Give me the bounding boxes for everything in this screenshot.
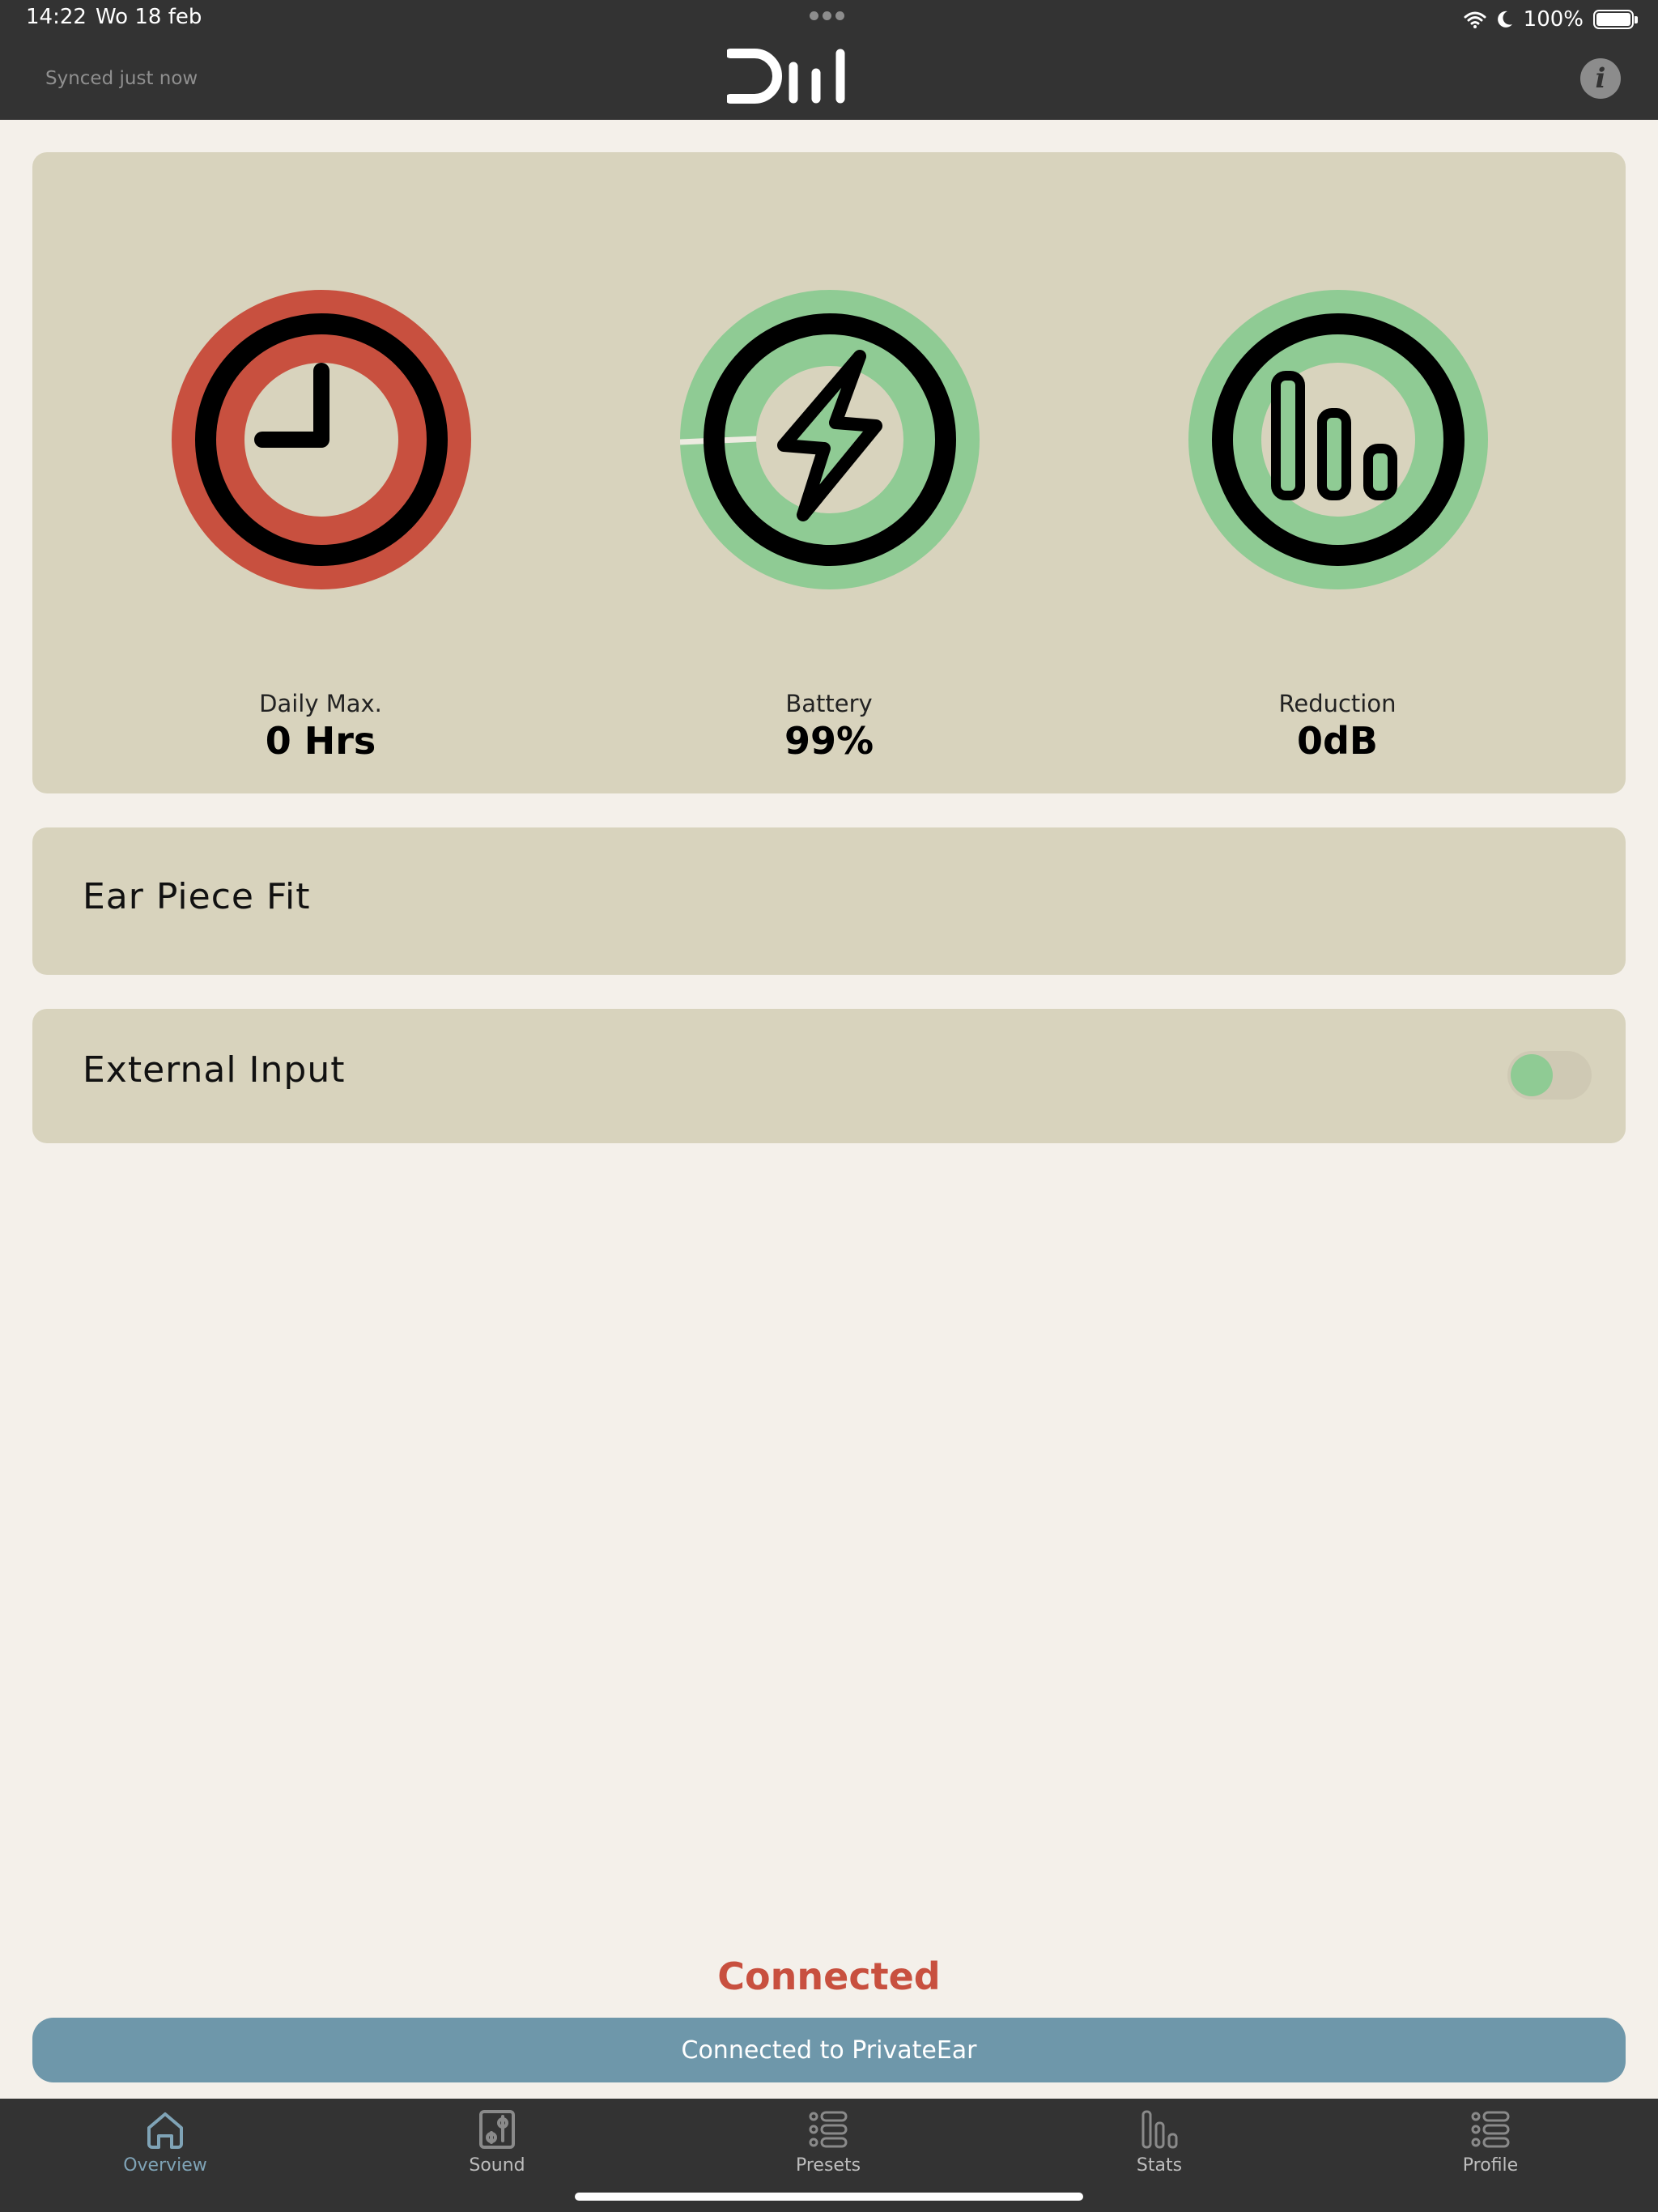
tab-label: Sound <box>469 2155 525 2176</box>
status-date: Wo 18 feb <box>96 5 202 29</box>
tab-label: Overview <box>123 2155 207 2176</box>
tab-profile[interactable]: Profile <box>1409 2108 1571 2189</box>
info-button[interactable]: i <box>1580 58 1621 99</box>
moon-icon <box>1497 11 1512 28</box>
sliders-icon <box>479 2110 515 2149</box>
home-indicator[interactable] <box>575 2193 1083 2201</box>
status-indicators: 100% <box>1464 3 1638 36</box>
bars-icon <box>1141 2110 1178 2149</box>
connection-status: Connected <box>717 1955 941 1998</box>
sync-status: Synced just now <box>45 68 198 89</box>
list-icon <box>1471 2111 1510 2148</box>
home-icon <box>147 2112 183 2149</box>
ear-piece-fit-card[interactable]: Ear Piece Fit <box>32 827 1626 975</box>
battery-label: Battery <box>785 690 873 717</box>
tab-stats[interactable]: Stats <box>1078 2108 1240 2189</box>
tab-label: Presets <box>795 2155 861 2176</box>
top-bar: 14:22 Wo 18 feb 100% Synced just now i <box>0 0 1658 120</box>
battery-percent: 100% <box>1523 7 1584 32</box>
battery-gauge <box>679 290 980 589</box>
reduction-label: Reduction <box>1278 690 1397 717</box>
reduction-value: 0dB <box>1297 719 1378 763</box>
daily-max-value: 0 Hrs <box>265 719 376 763</box>
reduction-gauge <box>1188 290 1488 589</box>
list-icon <box>809 2111 848 2148</box>
battery-icon <box>1593 10 1638 29</box>
daily-max-label: Daily Max. <box>259 690 382 717</box>
external-input-toggle[interactable] <box>1507 1051 1592 1100</box>
multitasking-dots-icon[interactable] <box>810 8 848 20</box>
stats-card: Daily Max. 0 Hrs Battery 99% Reduction 0… <box>32 152 1626 793</box>
tab-presets[interactable]: Presets <box>747 2108 909 2189</box>
ear-piece-fit-title: Ear Piece Fit <box>83 876 311 917</box>
external-input-card: External Input <box>32 1009 1626 1143</box>
status-time: 14:22 <box>26 5 87 29</box>
external-input-title: External Input <box>83 1049 346 1091</box>
daily-max-gauge <box>172 290 471 589</box>
battery-value: 99% <box>784 719 874 763</box>
tab-sound[interactable]: Sound <box>416 2108 578 2189</box>
wifi-icon <box>1464 11 1486 28</box>
app-logo <box>727 49 845 104</box>
toggle-knob <box>1511 1054 1553 1096</box>
lightning-icon <box>679 290 980 589</box>
bars-icon <box>1188 290 1488 589</box>
tab-label: Profile <box>1462 2155 1519 2176</box>
connection-button[interactable]: Connected to PrivateEar <box>32 2018 1626 2082</box>
tab-label: Stats <box>1136 2155 1183 2176</box>
tab-overview[interactable]: Overview <box>84 2108 246 2189</box>
info-icon: i <box>1595 62 1606 95</box>
clock-icon <box>172 290 471 589</box>
